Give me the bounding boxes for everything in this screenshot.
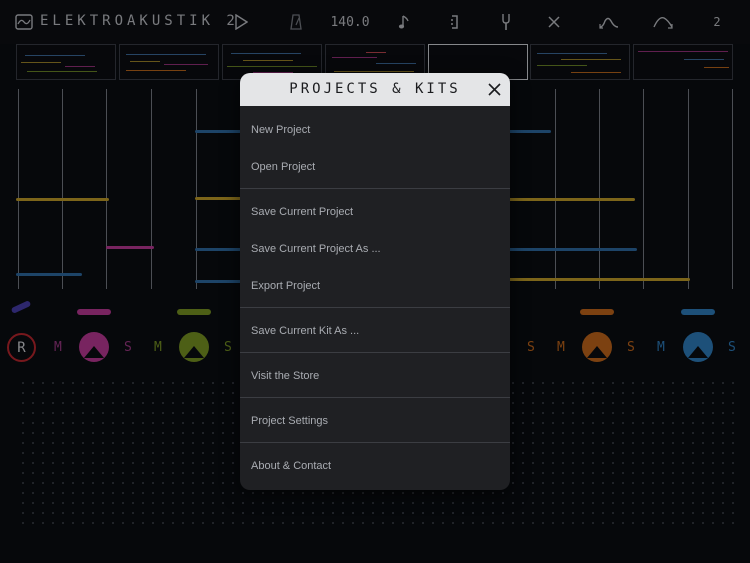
menu-item-save-kit-as[interactable]: Save Current Kit As ...: [240, 315, 510, 347]
close-icon[interactable]: [487, 82, 502, 97]
menu-item-project-settings[interactable]: Project Settings: [240, 405, 510, 437]
dialog-header: PROJECTS & KITS: [240, 73, 510, 106]
menu-item-about-contact[interactable]: About & Contact: [240, 450, 510, 482]
menu-divider: [240, 188, 510, 189]
projects-kits-dialog: PROJECTS & KITS New Project Open Project…: [240, 73, 510, 490]
menu-divider: [240, 397, 510, 398]
menu-divider: [240, 307, 510, 308]
menu-item-open-project[interactable]: Open Project: [240, 151, 510, 183]
menu-divider: [240, 352, 510, 353]
menu-item-visit-store[interactable]: Visit the Store: [240, 360, 510, 392]
menu-item-save-project[interactable]: Save Current Project: [240, 196, 510, 228]
dialog-title: PROJECTS & KITS: [289, 81, 461, 97]
menu-item-save-project-as[interactable]: Save Current Project As ...: [240, 233, 510, 265]
menu-item-export-project[interactable]: Export Project: [240, 270, 510, 302]
menu-divider: [240, 442, 510, 443]
menu-item-new-project[interactable]: New Project: [240, 114, 510, 146]
